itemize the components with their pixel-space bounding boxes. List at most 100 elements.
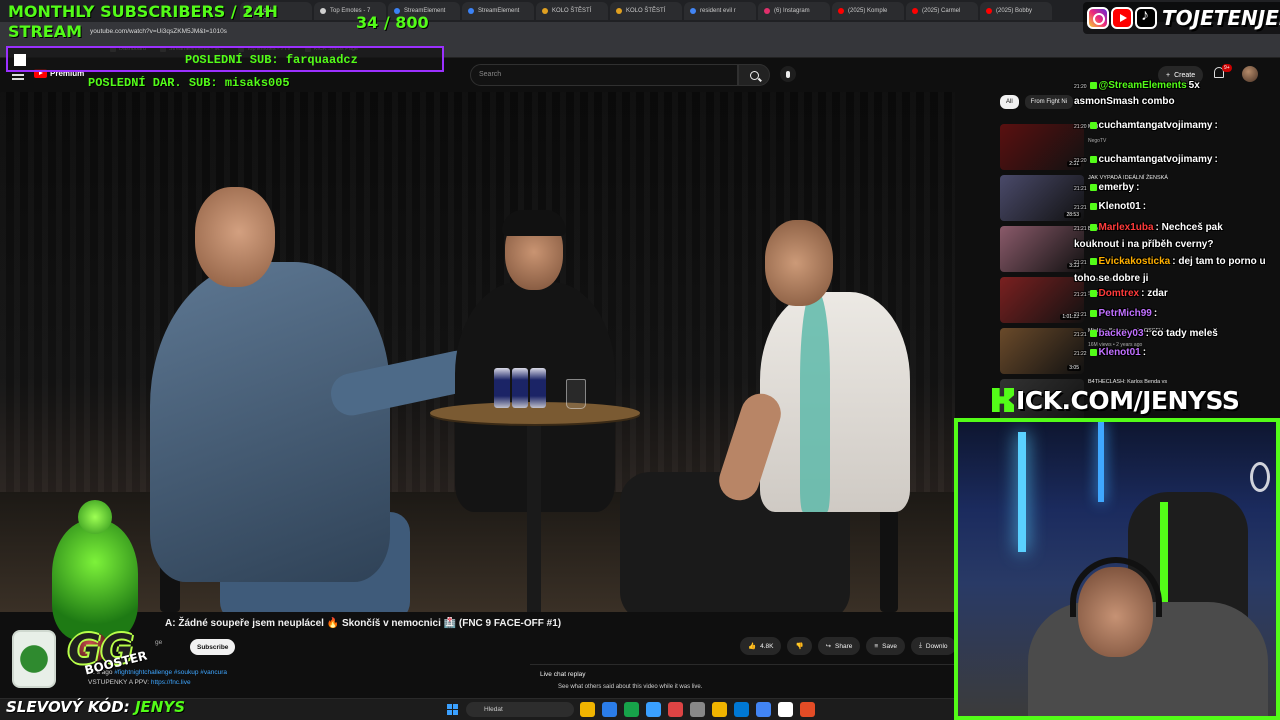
taskbar-app-icon[interactable]	[778, 702, 793, 717]
tab-favicon-icon	[690, 8, 696, 14]
kick-badge-icon	[1089, 329, 1097, 337]
browser-tab[interactable]: resident evil r	[684, 2, 756, 20]
windows-start-icon[interactable]	[447, 704, 458, 715]
action-label: Share	[835, 642, 853, 650]
browser-tab[interactable]: (2025) Carmel	[906, 2, 978, 20]
taskbar-app-icon[interactable]	[580, 702, 595, 717]
share-button[interactable]: ↪ Share	[817, 637, 861, 655]
kick-badge-icon	[1089, 121, 1097, 129]
chat-text: 5x	[1188, 80, 1200, 91]
chat-username: Marlex1uba	[1098, 222, 1154, 233]
thumbs-down-button[interactable]: 👎	[787, 637, 812, 655]
browser-tab[interactable]: KOLO ŠTĚSTÍ	[610, 2, 682, 20]
video-duration: 3:05	[1067, 365, 1081, 371]
mascot-body	[52, 520, 138, 640]
chat-username: Evickakosticka	[1098, 256, 1171, 267]
kick-badge-icon	[1089, 155, 1097, 163]
table-leg	[527, 420, 541, 612]
voice-search-icon[interactable]	[780, 66, 796, 82]
recommendation-thumbnail[interactable]: 3:05	[1000, 328, 1084, 374]
chat-username: Klenot01	[1098, 201, 1141, 212]
video-duration: 28:53	[1064, 212, 1081, 218]
chat-message: 21:21 Klenot01:	[1074, 201, 1146, 212]
download-button[interactable]: ⤓ Downlo	[911, 637, 956, 655]
chat-timestamp: 21:21	[1074, 332, 1087, 338]
chat-timestamp: 21:21	[1074, 186, 1087, 192]
recommendation-thumbnail[interactable]: 3:33	[1000, 226, 1084, 272]
jersey-stripe	[800, 292, 830, 512]
chat-message: 21:21 Evickakosticka: dej tam to porno u …	[1074, 254, 1270, 287]
taskbar-search[interactable]: Hledat	[466, 702, 574, 717]
webcam-feed	[954, 418, 1280, 720]
filter-chip[interactable]: All	[1000, 95, 1019, 109]
led-light	[1098, 422, 1104, 502]
taskbar-app-icon[interactable]	[602, 702, 617, 717]
last-gift-sub: POSLEDNÍ DAR. SUB: misaks005	[88, 76, 290, 90]
save-icon: ≡	[874, 642, 879, 650]
account-avatar[interactable]	[1242, 66, 1258, 82]
video-actions: 👍 4.8K 👎 ↪ Share ≡ Save ⤓ Downlo	[740, 637, 956, 655]
recommendation-title[interactable]: B4THECLASH: Karlos Benda vs	[1088, 379, 1183, 386]
search-button[interactable]	[738, 64, 770, 86]
chat-message: 21:21 backey03: co tady meleš	[1074, 328, 1218, 339]
tab-favicon-icon	[838, 8, 844, 14]
create-label: Create	[1174, 71, 1196, 79]
kick-url-banner: ICK.COM/JENYSS	[992, 386, 1240, 415]
checkbox-icon	[14, 54, 26, 66]
recommendation-thumbnail[interactable]: 1:01:22	[1000, 277, 1084, 323]
taskbar-app-icon[interactable]	[624, 702, 639, 717]
recommendation-thumbnail[interactable]: 2:31	[1000, 124, 1084, 170]
youtube-icon	[1111, 7, 1133, 29]
chat-timestamp: 21:21	[1074, 205, 1087, 211]
taskbar-app-icon[interactable]	[756, 702, 771, 717]
chat-text: : zdar	[1141, 288, 1168, 299]
subscribe-button[interactable]: Subscribe	[190, 639, 236, 655]
browser-tab[interactable]: (6) Instagram	[758, 2, 830, 20]
taskbar-apps	[580, 702, 815, 717]
recommendation-thumbnail[interactable]: 28:53	[1000, 175, 1084, 221]
save-button[interactable]: ≡ Save	[866, 637, 905, 655]
live-chat-replay[interactable]: Live chat replay See what others said ab…	[530, 664, 955, 698]
taskbar-app-icon[interactable]	[800, 702, 815, 717]
taskbar-app-icon[interactable]	[690, 702, 705, 717]
tab-favicon-icon	[912, 8, 918, 14]
chat-timestamp: 21:21	[1074, 260, 1087, 266]
chat-username: @StreamElements	[1098, 80, 1187, 91]
chat-username: emerby	[1098, 182, 1135, 193]
taskbar-app-icon[interactable]	[734, 702, 749, 717]
search-input[interactable]: Search	[470, 64, 738, 86]
chat-message: 21:20 @StreamElements 5x	[1074, 80, 1200, 91]
energy-drink-can	[494, 368, 510, 408]
taskbar-app-icon[interactable]	[646, 702, 661, 717]
person-left	[150, 262, 390, 582]
kick-badge-icon	[1089, 183, 1097, 191]
taskbar-app-icon[interactable]	[668, 702, 683, 717]
chat-timestamp: 21:20	[1074, 124, 1087, 130]
browser-tab[interactable]: KOLO ŠTĚSTÍ	[536, 2, 608, 20]
action-label: Downlo	[925, 642, 948, 650]
tab-favicon-icon	[986, 8, 992, 14]
browser-tab[interactable]: (2025) Bobby	[980, 2, 1052, 20]
chat-message: 21:21 emerby:	[1074, 182, 1139, 193]
chat-message: 21:21 Domtrex: zdar	[1074, 288, 1168, 299]
browser-tab[interactable]: (2025) Komple	[832, 2, 904, 20]
kick-badge-icon	[1089, 81, 1097, 89]
goal-title-2: STREAM	[8, 22, 82, 41]
thumbs-up-button[interactable]: 👍 4.8K	[740, 637, 782, 655]
social-handle: TOJETENJENYS	[1162, 6, 1280, 30]
recommendation-title[interactable]: JAK VYPADÁ IDEÁLNÍ ŽENSKÁ	[1088, 175, 1183, 182]
tab-label: KOLO ŠTĚSTÍ	[552, 8, 592, 14]
taskbar-app-icon[interactable]	[712, 702, 727, 717]
recommendation-item[interactable]: 28:53 JAK VYPADÁ IDEÁLNÍ ŽENSKÁ	[1000, 173, 1280, 224]
browser-tab[interactable]: StreamElement	[462, 2, 534, 20]
kick-badge-icon	[1089, 289, 1097, 297]
person-right-head	[765, 220, 833, 306]
chat-username: Klenot01	[1098, 347, 1141, 358]
chat-message: 21:22 Klenot01:	[1074, 347, 1146, 358]
filter-chip[interactable]: From Fight Ni	[1024, 95, 1074, 109]
chat-message: 21:21 Marlex1uba: Nechceš pak kouknout i …	[1074, 220, 1270, 253]
chat-text: :	[1214, 154, 1218, 165]
action-label: Save	[882, 642, 897, 650]
chat-text: :	[1214, 120, 1218, 131]
water-glass	[566, 379, 586, 409]
